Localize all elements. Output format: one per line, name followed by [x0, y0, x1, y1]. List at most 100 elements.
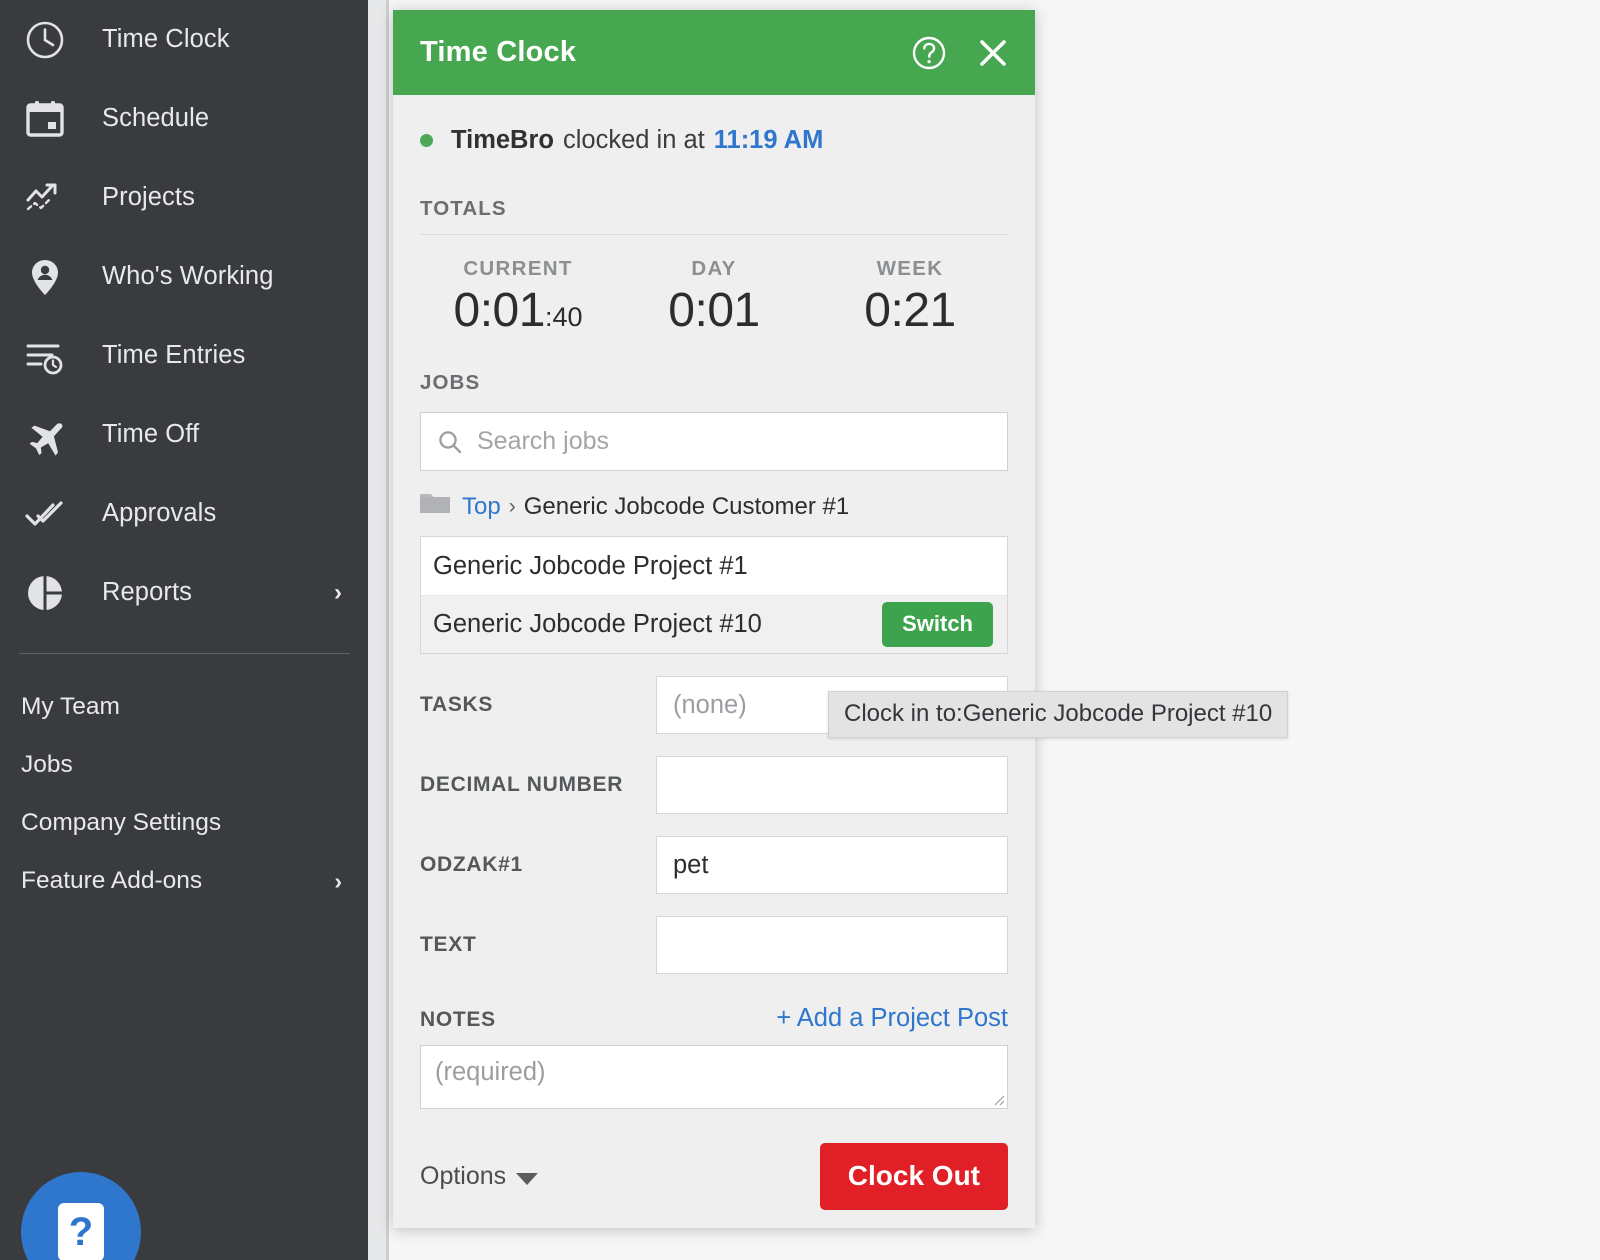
modal-footer: Options Clock Out — [420, 1143, 1008, 1240]
map-pin-user-icon — [22, 254, 68, 300]
chevron-right-icon: › — [334, 867, 342, 894]
sidebar-item-whos-working[interactable]: Who's Working — [0, 237, 368, 316]
breadcrumb: Top › Generic Jobcode Customer #1 — [420, 491, 1008, 522]
status-text: clocked in at — [562, 126, 705, 154]
tooltip-text: Clock in to:Generic Jobcode Project #10 — [844, 700, 1273, 727]
sidebar-item-time-entries[interactable]: Time Entries — [0, 316, 368, 395]
sidebar-item-label: Company Settings — [21, 809, 222, 836]
close-icon[interactable] — [973, 33, 1013, 73]
options-button[interactable]: Options — [420, 1162, 539, 1191]
decimal-number-input[interactable] — [671, 769, 993, 801]
airplane-icon — [22, 412, 68, 458]
sidebar: Time Clock Schedule Projects Who's Worki… — [0, 0, 368, 1260]
sidebar-scrollbar[interactable] — [368, 0, 389, 1260]
search-icon — [437, 429, 463, 455]
total-value: 0:01 — [616, 287, 812, 335]
job-list-item[interactable]: Generic Jobcode Project #10 Switch — [421, 595, 1007, 653]
clock-icon — [22, 17, 68, 63]
question-mark-icon: ? — [58, 1203, 104, 1260]
field-row-decimal-number: DECIMAL NUMBER — [420, 756, 1008, 814]
sidebar-item-my-team[interactable]: My Team — [0, 678, 368, 736]
modal-body: TimeBro clocked in at 11:19 AM TOTALS CU… — [393, 95, 1035, 1240]
odzak1-field[interactable] — [656, 836, 1008, 894]
sidebar-item-jobs[interactable]: Jobs — [0, 736, 368, 794]
field-label: ODZAK#1 — [420, 853, 523, 876]
field-row-text: TEXT — [420, 916, 1008, 974]
sidebar-item-label: Approvals — [102, 499, 217, 527]
total-value-main: 0:01 — [668, 284, 760, 337]
status-dot-icon — [420, 134, 433, 147]
clock-out-button[interactable]: Clock Out — [819, 1143, 1008, 1210]
calendar-icon — [22, 96, 68, 142]
breadcrumb-current: Generic Jobcode Customer #1 — [523, 492, 850, 520]
job-list-item[interactable]: Generic Jobcode Project #1 — [421, 537, 1007, 595]
sidebar-item-time-off[interactable]: Time Off — [0, 395, 368, 474]
status-time: 11:19 AM — [713, 126, 824, 154]
pie-chart-icon — [22, 570, 68, 616]
total-value-seconds: :40 — [544, 302, 583, 332]
notes-header: NOTES + Add a Project Post — [420, 1004, 1008, 1033]
sidebar-item-label: Who's Working — [102, 262, 274, 290]
field-label: DECIMAL NUMBER — [420, 773, 624, 796]
sidebar-item-schedule[interactable]: Schedule — [0, 79, 368, 158]
list-clock-icon — [22, 333, 68, 379]
total-label: CURRENT — [463, 257, 573, 280]
total-value-main: 0:21 — [864, 284, 956, 337]
job-list: Generic Jobcode Project #1 Generic Jobco… — [420, 536, 1008, 654]
sidebar-item-label: Time Clock — [102, 25, 230, 53]
add-project-post-link[interactable]: + Add a Project Post — [776, 1004, 1008, 1033]
sidebar-item-label: Projects — [102, 183, 195, 211]
breadcrumb-top-link[interactable]: Top — [462, 493, 501, 521]
total-current: CURRENT 0:01:40 — [420, 257, 616, 335]
switch-button[interactable]: Switch — [882, 602, 993, 647]
sidebar-item-label: Feature Add-ons — [21, 867, 203, 894]
sidebar-item-label: Schedule — [102, 104, 210, 132]
decimal-number-field[interactable] — [656, 756, 1008, 814]
modal-header: Time Clock — [393, 10, 1035, 95]
search-input[interactable] — [421, 413, 1007, 470]
total-day: DAY 0:01 — [616, 257, 812, 335]
notes-textarea[interactable] — [421, 1046, 1007, 1108]
modal-header-actions — [909, 33, 1013, 73]
sidebar-item-approvals[interactable]: Approvals — [0, 474, 368, 553]
field-label: TEXT — [420, 933, 477, 956]
sidebar-nav-list: Time Clock Schedule Projects Who's Worki… — [0, 0, 368, 632]
text-field[interactable] — [656, 916, 1008, 974]
total-label: WEEK — [876, 257, 944, 280]
double-check-icon — [22, 491, 68, 537]
sidebar-item-feature-addons[interactable]: Feature Add-ons › — [0, 852, 368, 910]
chevron-right-icon: › — [334, 578, 342, 606]
sidebar-item-projects[interactable]: Projects — [0, 158, 368, 237]
job-name: Generic Jobcode Project #10 — [433, 610, 762, 638]
jobs-section-label: JOBS — [420, 371, 481, 394]
sidebar-item-label: Time Off — [102, 420, 200, 448]
sidebar-item-label: Time Entries — [102, 341, 246, 369]
notes-label: NOTES — [420, 1008, 496, 1031]
sidebar-item-time-clock[interactable]: Time Clock — [0, 0, 368, 79]
sidebar-item-reports[interactable]: Reports › — [0, 553, 368, 632]
help-button[interactable]: ? — [21, 1172, 141, 1260]
chevron-down-icon — [516, 1172, 539, 1185]
job-name: Generic Jobcode Project #1 — [433, 551, 748, 580]
tooltip: Clock in to:Generic Jobcode Project #10 — [828, 691, 1289, 738]
question-circle-icon[interactable] — [909, 33, 949, 73]
text-input[interactable] — [671, 929, 993, 961]
trend-chart-icon — [22, 175, 68, 221]
sidebar-item-label: Reports — [102, 578, 192, 606]
totals-section-label: TOTALS — [420, 197, 507, 220]
modal-title: Time Clock — [420, 36, 577, 68]
clock-in-status: TimeBro clocked in at 11:19 AM — [420, 95, 1008, 159]
totals-row: CURRENT 0:01:40 DAY 0:01 WEEK 0:21 — [420, 235, 1008, 335]
odzak1-input[interactable] — [671, 849, 993, 881]
status-user-name: TimeBro — [451, 126, 554, 154]
search-jobs-field[interactable] — [420, 412, 1008, 471]
breadcrumb-separator: › — [508, 494, 516, 518]
sidebar-item-label: Jobs — [21, 751, 73, 778]
total-value: 0:01:40 — [420, 287, 616, 335]
field-label: TASKS — [420, 693, 494, 716]
sidebar-item-company-settings[interactable]: Company Settings — [0, 794, 368, 852]
notes-field[interactable] — [420, 1045, 1008, 1109]
total-week: WEEK 0:21 — [812, 257, 1008, 335]
folder-icon — [420, 491, 450, 522]
time-clock-modal: Time Clock TimeBro clocked in at 11:19 A… — [393, 10, 1035, 1228]
